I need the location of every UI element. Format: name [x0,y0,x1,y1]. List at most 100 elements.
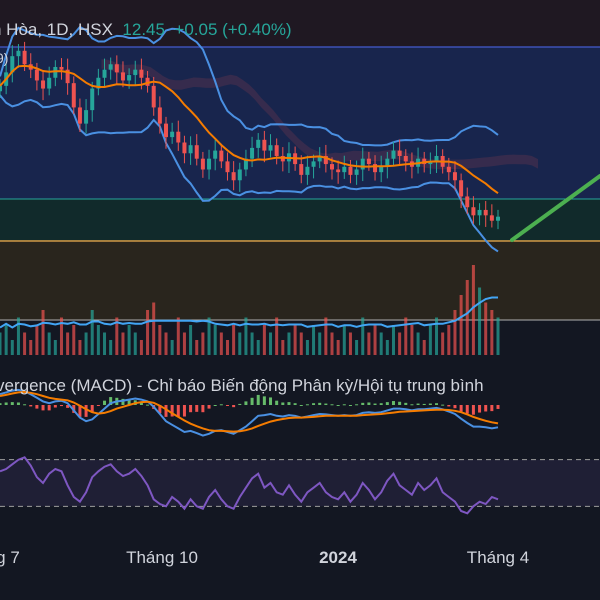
candle-body [16,50,21,57]
macd-histogram-bar [16,402,20,405]
price-chart[interactable] [0,0,600,600]
macd-histogram-bar [250,397,254,405]
macd-histogram-bar [287,402,291,405]
macd-histogram-bar [435,403,439,405]
volume-bar [324,317,328,355]
volume-bar [330,332,334,355]
macd-histogram-bar [262,396,266,405]
candle-body [250,147,255,159]
candle-body [114,64,119,73]
macd-histogram-bar [146,404,150,406]
candle-body [311,161,316,167]
candle-body [71,83,76,108]
macd-histogram-bar [484,405,488,412]
candle-body [459,180,464,197]
volume-bar [305,340,309,355]
macd-histogram-bar [410,404,414,406]
volume-bar [225,340,229,355]
macd-histogram-bar [465,405,469,414]
volume-bar [459,295,463,355]
volume-bar [373,325,377,355]
volume-bar [404,317,408,355]
volume-bar [410,325,414,355]
macd-histogram-bar [103,400,107,405]
macd-histogram-bar [4,402,8,405]
candle-body [102,69,107,78]
volume-bar [158,325,162,355]
volume-bar [496,317,500,355]
candle-body [274,145,279,156]
time-axis[interactable]: g 7 Tháng 10 2024 Tháng 4 [0,548,600,580]
volume-bar [367,332,371,355]
macd-histogram-bar [23,404,27,406]
volume-bar [41,310,45,355]
symbol-header: n Hòa, 1D, HSX 12.45 +0.05 (+0.40%) [0,20,292,40]
candle-body [391,150,396,159]
macd-histogram-bar [355,404,359,406]
macd-histogram-bar [244,401,248,405]
macd-histogram-bar [189,405,193,413]
volume-bar [201,332,205,355]
macd-histogram-bar [59,405,63,407]
middle-zone-shade [0,199,600,241]
volume-bar [336,340,340,355]
candle-body [120,72,125,81]
candle-body [133,69,138,76]
candle-body [0,85,2,92]
macd-histogram-bar [29,405,33,407]
volume-bar [189,325,193,355]
candle-body [268,145,273,151]
macd-histogram-bar [318,402,322,405]
bollinger-label: 9) [0,50,9,66]
volume-bar [269,332,273,355]
macd-histogram-bar [53,405,57,408]
volume-bar [287,332,291,355]
volume-bar [103,332,107,355]
volume-bar [90,310,94,355]
macd-histogram-bar [219,404,223,406]
volume-bar [182,332,186,355]
macd-histogram-bar [281,402,285,405]
macd-histogram-bar [47,405,51,411]
macd-histogram-bar [0,403,2,405]
macd-histogram-bar [348,405,352,406]
candle-body [342,166,347,173]
macd-histogram-bar [35,405,39,409]
candle-body [305,166,310,175]
macd-histogram-bar [373,403,377,405]
volume-bar [170,340,174,355]
candle-body [231,172,236,181]
macd-title: vergence (MACD) - Chỉ báo Biến động Phân… [0,376,484,395]
macd-histogram-bar [404,402,408,405]
candle-body [213,150,218,159]
volume-bar [312,325,316,355]
candle-body [330,164,334,170]
x-tick-label: Tháng 10 [126,548,198,567]
macd-histogram-bar [379,403,383,405]
macd-histogram-bar [305,404,309,406]
macd-histogram-bar [416,403,420,405]
volume-bar [232,325,236,355]
volume-bar [66,332,70,355]
macd-histogram-bar [367,402,371,405]
candle-body [188,145,193,154]
volume-bar [299,332,303,355]
candle-body [496,216,500,221]
volume-bar [4,325,8,355]
macd-histogram-bar [84,405,88,417]
macd-histogram-bar [385,402,389,405]
macd-histogram-bar [496,405,500,409]
macd-histogram-bar [428,403,432,405]
candle-body [397,150,402,156]
macd-histogram-bar [10,402,14,405]
volume-bar [490,310,494,355]
volume-bar [262,325,266,355]
candle-body [182,142,187,154]
volume-bar [250,332,254,355]
macd-histogram-bar [275,400,279,405]
candle-body [170,131,175,138]
macd-histogram-bar [312,403,316,405]
volume-bar [441,332,445,355]
volume-bar [121,332,125,355]
volume-bar [281,340,285,355]
